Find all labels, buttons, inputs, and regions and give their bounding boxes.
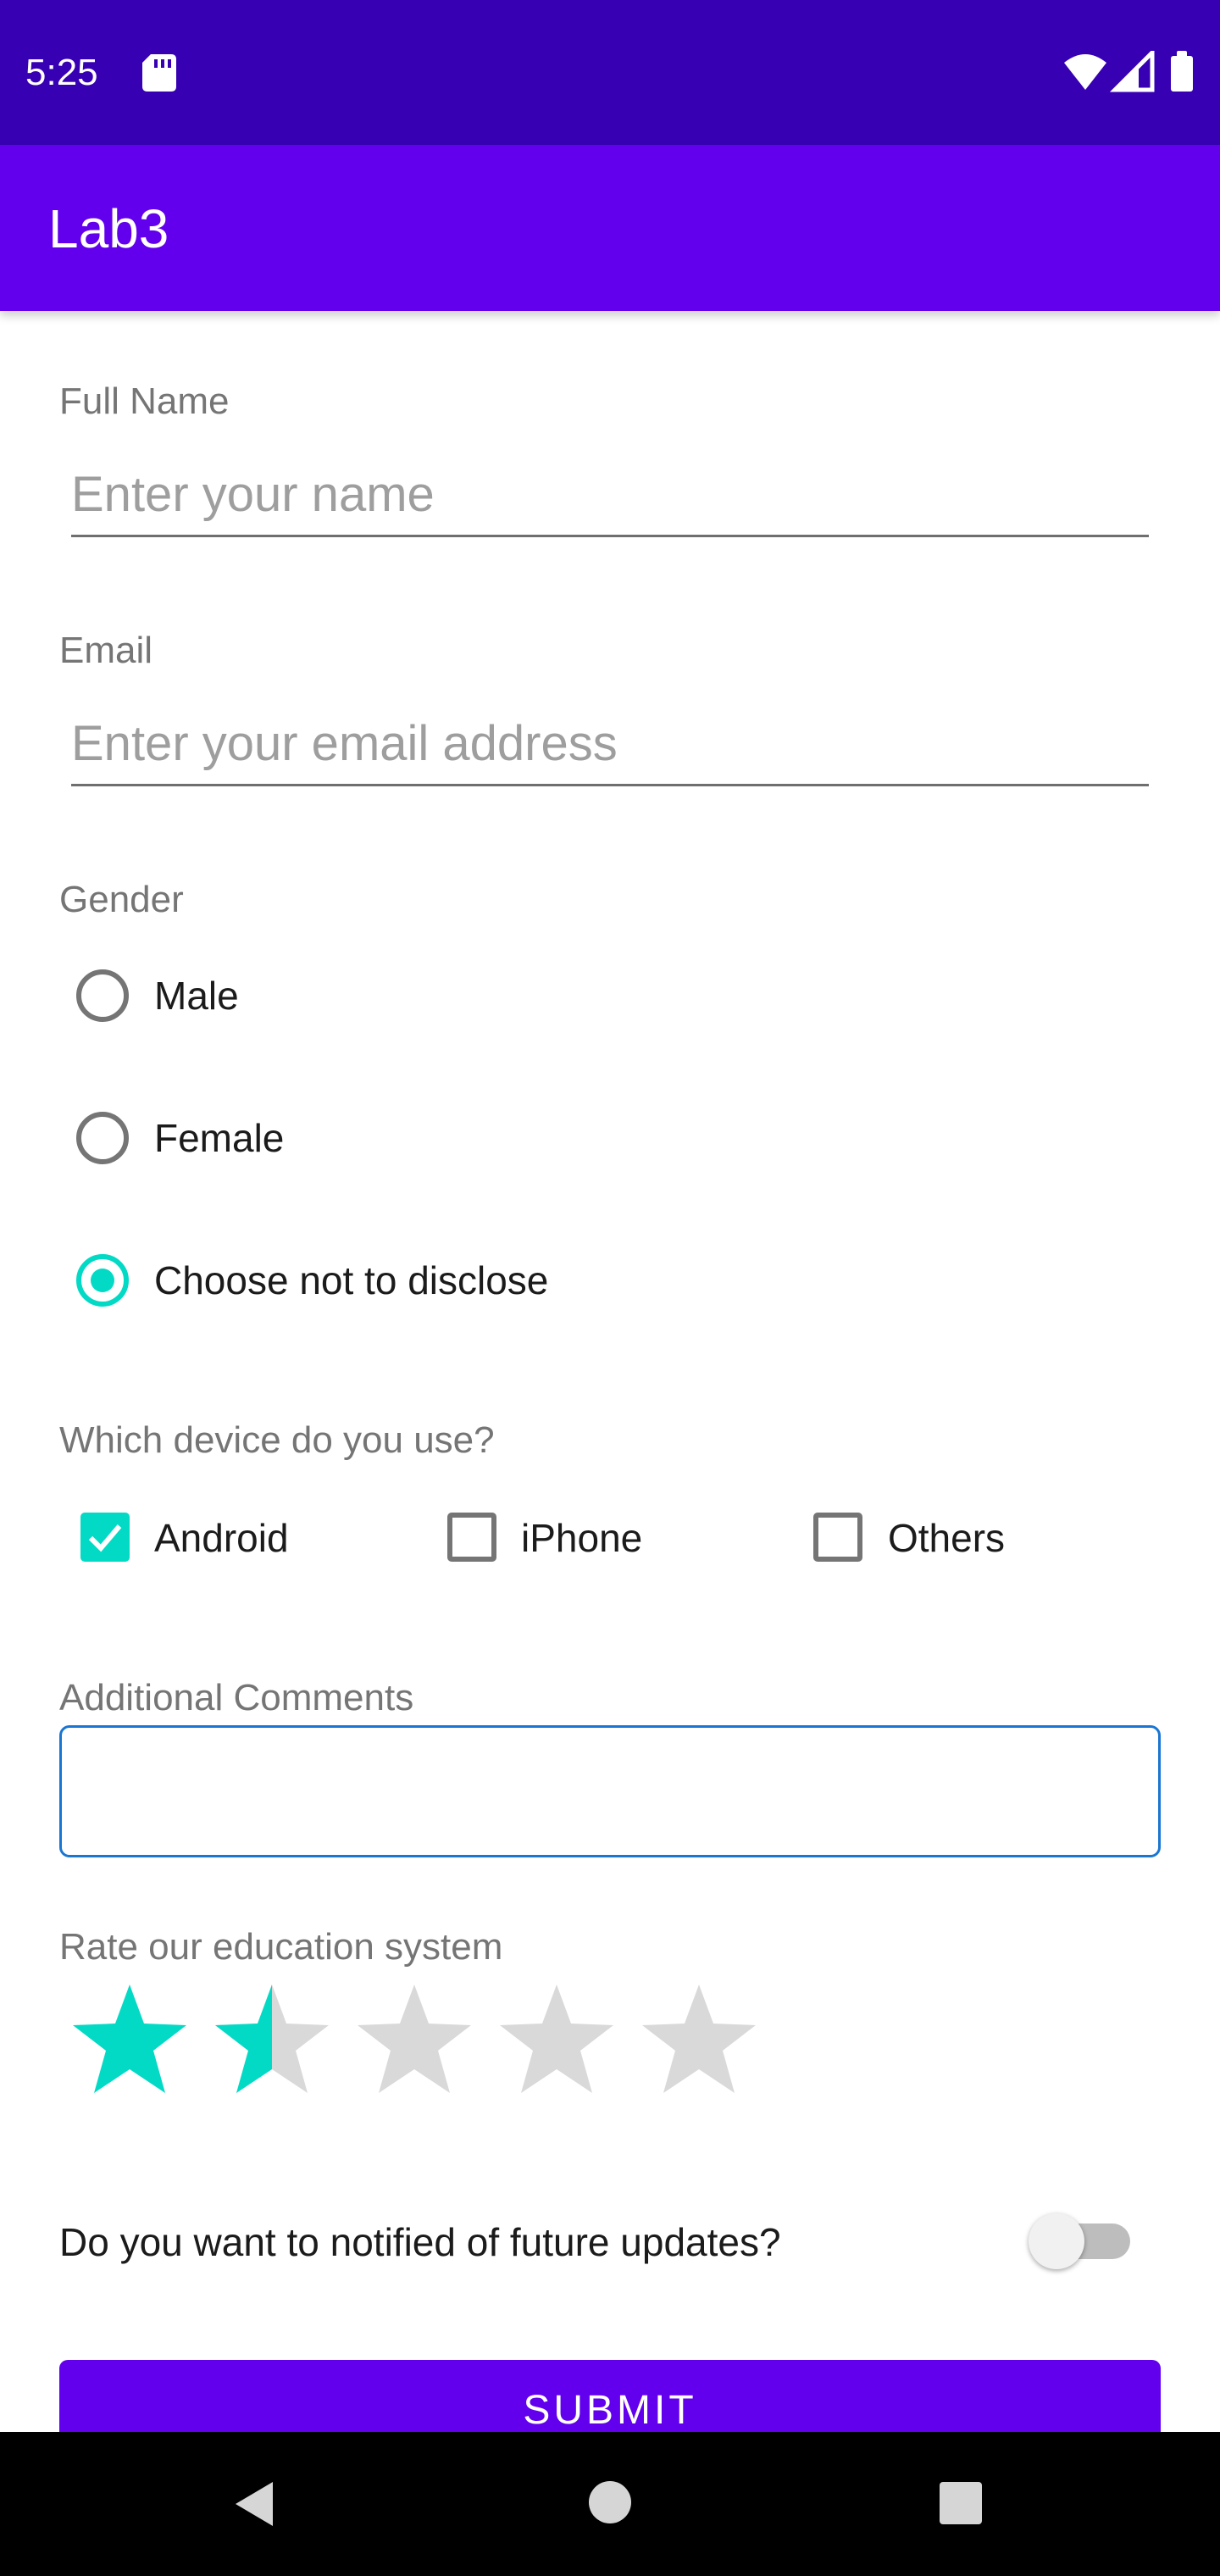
radio-button-selected[interactable] [76, 1254, 129, 1307]
star-icon[interactable] [69, 1981, 190, 2100]
full-name-placeholder: Enter your name [71, 467, 435, 522]
home-icon[interactable] [586, 2479, 634, 2526]
gender-label: Gender [59, 879, 184, 920]
app-title: Lab3 [48, 198, 169, 259]
notify-question: Do you want to notified of future update… [59, 2220, 781, 2264]
check-icon [88, 1524, 122, 1552]
navigation-bar [0, 2432, 1220, 2576]
full-name-input[interactable]: Enter your name [71, 466, 1149, 537]
signal-icon [1109, 47, 1155, 92]
checkbox-label: Others [888, 1516, 1006, 1560]
sd-card-icon [142, 54, 176, 96]
radio-not-disclose[interactable]: Choose not to disclose [0, 1242, 762, 1319]
star-empty-icon[interactable] [496, 1981, 617, 2100]
radio-button[interactable] [76, 969, 129, 1022]
app-bar: Lab3 [0, 145, 1220, 311]
wifi-icon [1064, 54, 1106, 90]
checkbox-label: iPhone [521, 1516, 643, 1560]
checkbox-unchecked[interactable] [813, 1513, 862, 1562]
checkbox-iphone[interactable]: iPhone [364, 1500, 720, 1576]
status-time: 5:25 [25, 52, 98, 93]
switch-thumb[interactable] [1029, 2213, 1084, 2269]
checkbox-unchecked[interactable] [447, 1513, 496, 1562]
full-name-label: Full Name [59, 380, 230, 422]
email-input[interactable]: Enter your email address [71, 715, 1149, 786]
email-label: Email [59, 630, 153, 671]
status-icons [1062, 47, 1198, 97]
comments-input[interactable] [59, 1725, 1161, 1857]
radio-label: Male [154, 974, 239, 1018]
device-label: Which device do you use? [59, 1419, 495, 1461]
recents-icon[interactable] [938, 2480, 984, 2526]
radio-button[interactable] [76, 1112, 129, 1164]
radio-label: Female [154, 1116, 285, 1160]
star-half-icon[interactable] [212, 1981, 332, 2100]
rating-label: Rate our education system [59, 1926, 503, 1968]
radio-female[interactable]: Female [0, 1100, 593, 1176]
star-empty-icon[interactable] [639, 1981, 759, 2100]
checkbox-label: Android [154, 1516, 289, 1560]
checkbox-android[interactable]: Android [0, 1500, 356, 1576]
radio-male[interactable]: Male [0, 958, 593, 1034]
checkbox-others[interactable]: Others [730, 1500, 1086, 1576]
radio-label: Choose not to disclose [154, 1258, 549, 1302]
email-placeholder: Enter your email address [71, 716, 618, 771]
comments-label: Additional Comments [59, 1677, 414, 1718]
battery-icon [1171, 51, 1193, 92]
checkbox-checked[interactable] [80, 1513, 130, 1562]
status-bar: 5:25 [0, 0, 1220, 145]
back-icon[interactable] [229, 2479, 280, 2529]
star-empty-icon[interactable] [354, 1981, 474, 2100]
